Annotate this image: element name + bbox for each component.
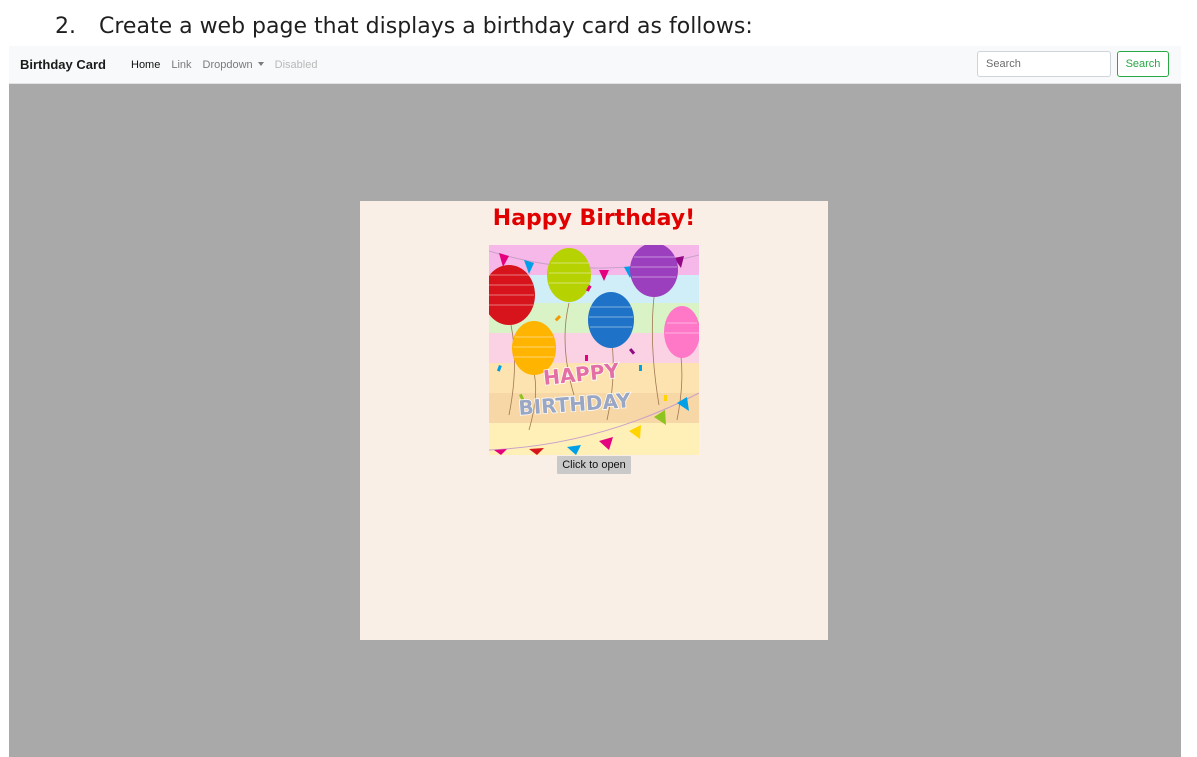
- nav-dropdown[interactable]: Dropdown: [203, 59, 264, 71]
- caret-down-icon: [257, 62, 264, 66]
- search-input[interactable]: [977, 51, 1111, 77]
- birthday-card: Happy Birthday! HAPPY BIRTHDAY Click to …: [360, 201, 828, 640]
- browser-viewport: Birthday Card Home Link Dropdown Disable…: [9, 46, 1181, 757]
- instruction-heading: 2. Create a web page that displays a birt…: [55, 14, 753, 39]
- click-to-open-button[interactable]: Click to open: [557, 456, 631, 474]
- nav-link-link[interactable]: Link: [171, 59, 191, 71]
- nav-links: Home Link Dropdown Disabled: [131, 59, 317, 71]
- navbar: Birthday Card Home Link Dropdown Disable…: [9, 46, 1181, 84]
- instruction-number: 2.: [55, 14, 76, 39]
- instruction-text: Create a web page that displays a birthd…: [99, 14, 753, 39]
- nav-link-disabled: Disabled: [274, 59, 318, 71]
- search-button[interactable]: Search: [1117, 51, 1169, 77]
- nav-dropdown-label: Dropdown: [202, 59, 253, 71]
- navbar-brand[interactable]: Birthday Card: [20, 57, 106, 72]
- birthday-balloons-image: HAPPY BIRTHDAY: [489, 245, 699, 455]
- card-title: Happy Birthday!: [492, 206, 696, 231]
- nav-link-home[interactable]: Home: [131, 59, 160, 71]
